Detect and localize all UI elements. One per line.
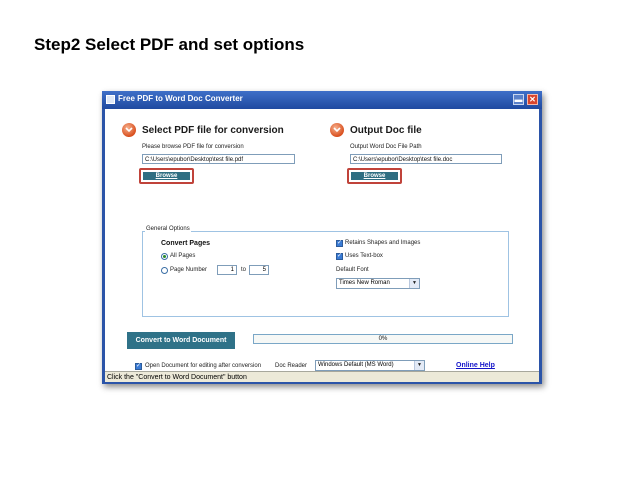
online-help-link[interactable]: Online Help: [456, 362, 495, 369]
output-path-input[interactable]: C:\Users\epubor\Desktop\test file.doc: [350, 154, 502, 164]
pdf-browse-button[interactable]: Browse: [143, 172, 190, 180]
app-window: Free PDF to Word Doc Converter ▬ ✕ Selec…: [102, 91, 542, 384]
pdf-browse-highlight: Browse: [139, 168, 194, 184]
output-hint: Output Word Doc File Path: [350, 144, 422, 150]
to-label: to: [241, 267, 247, 273]
output-browse-button[interactable]: Browse: [351, 172, 398, 180]
close-button[interactable]: ✕: [527, 94, 538, 105]
pdf-path-input[interactable]: C:\Users\epubor\Desktop\test file.pdf: [142, 154, 295, 164]
default-font-value: Times New Roman: [339, 280, 390, 286]
page-to-input[interactable]: 5: [249, 265, 269, 275]
default-font-select[interactable]: Times New Roman ▼: [336, 278, 420, 289]
convert-pages-label: Convert Pages: [161, 240, 211, 247]
dropdown-arrow-icon[interactable]: ▼: [409, 279, 419, 288]
open-after-label: Open Document for editing after conversi…: [145, 363, 262, 369]
status-bar: Click the "Convert to Word Document" but…: [105, 371, 539, 382]
pdf-section-title: Select PDF file for conversion: [142, 125, 284, 136]
all-pages-label: All Pages: [170, 253, 196, 259]
open-after-checkbox[interactable]: ✓: [135, 363, 142, 370]
page-number-label: Page Number: [170, 267, 208, 273]
general-options-label: General Options: [145, 226, 191, 232]
uses-textbox-checkbox[interactable]: ✓: [336, 253, 343, 260]
app-icon: [106, 95, 115, 104]
retain-shapes-checkbox[interactable]: ✓: [336, 240, 343, 247]
default-font-label: Default Font: [336, 267, 369, 273]
dropdown-arrow-icon[interactable]: ▼: [414, 361, 424, 370]
page-number-radio[interactable]: [161, 267, 168, 274]
window-title: Free PDF to Word Doc Converter: [118, 94, 243, 103]
client-area: Select PDF file for conversion Please br…: [105, 109, 539, 371]
minimize-button[interactable]: ▬: [513, 94, 524, 105]
convert-button[interactable]: Convert to Word Document: [127, 332, 235, 349]
title-bar[interactable]: Free PDF to Word Doc Converter ▬ ✕: [102, 91, 542, 109]
progress-text: 0%: [378, 336, 388, 342]
doc-reader-value: Windows Default (MS Word): [318, 362, 394, 368]
pdf-hint: Please browse PDF file for conversion: [142, 144, 244, 150]
all-pages-radio[interactable]: [161, 253, 168, 260]
doc-reader-select[interactable]: Windows Default (MS Word) ▼: [315, 360, 425, 371]
chevron-down-icon: [330, 123, 344, 137]
progress-bar: 0%: [253, 334, 513, 344]
doc-reader-label: Doc Reader: [275, 363, 308, 369]
slide-title: Step2 Select PDF and set options: [34, 35, 305, 54]
page-from-input[interactable]: 1: [217, 265, 237, 275]
retain-shapes-label: Retains Shapes and Images: [345, 240, 421, 246]
chevron-down-icon: [122, 123, 136, 137]
output-browse-highlight: Browse: [347, 168, 402, 184]
uses-textbox-label: Uses Text-box: [345, 253, 383, 259]
output-section-title: Output Doc file: [350, 125, 422, 136]
